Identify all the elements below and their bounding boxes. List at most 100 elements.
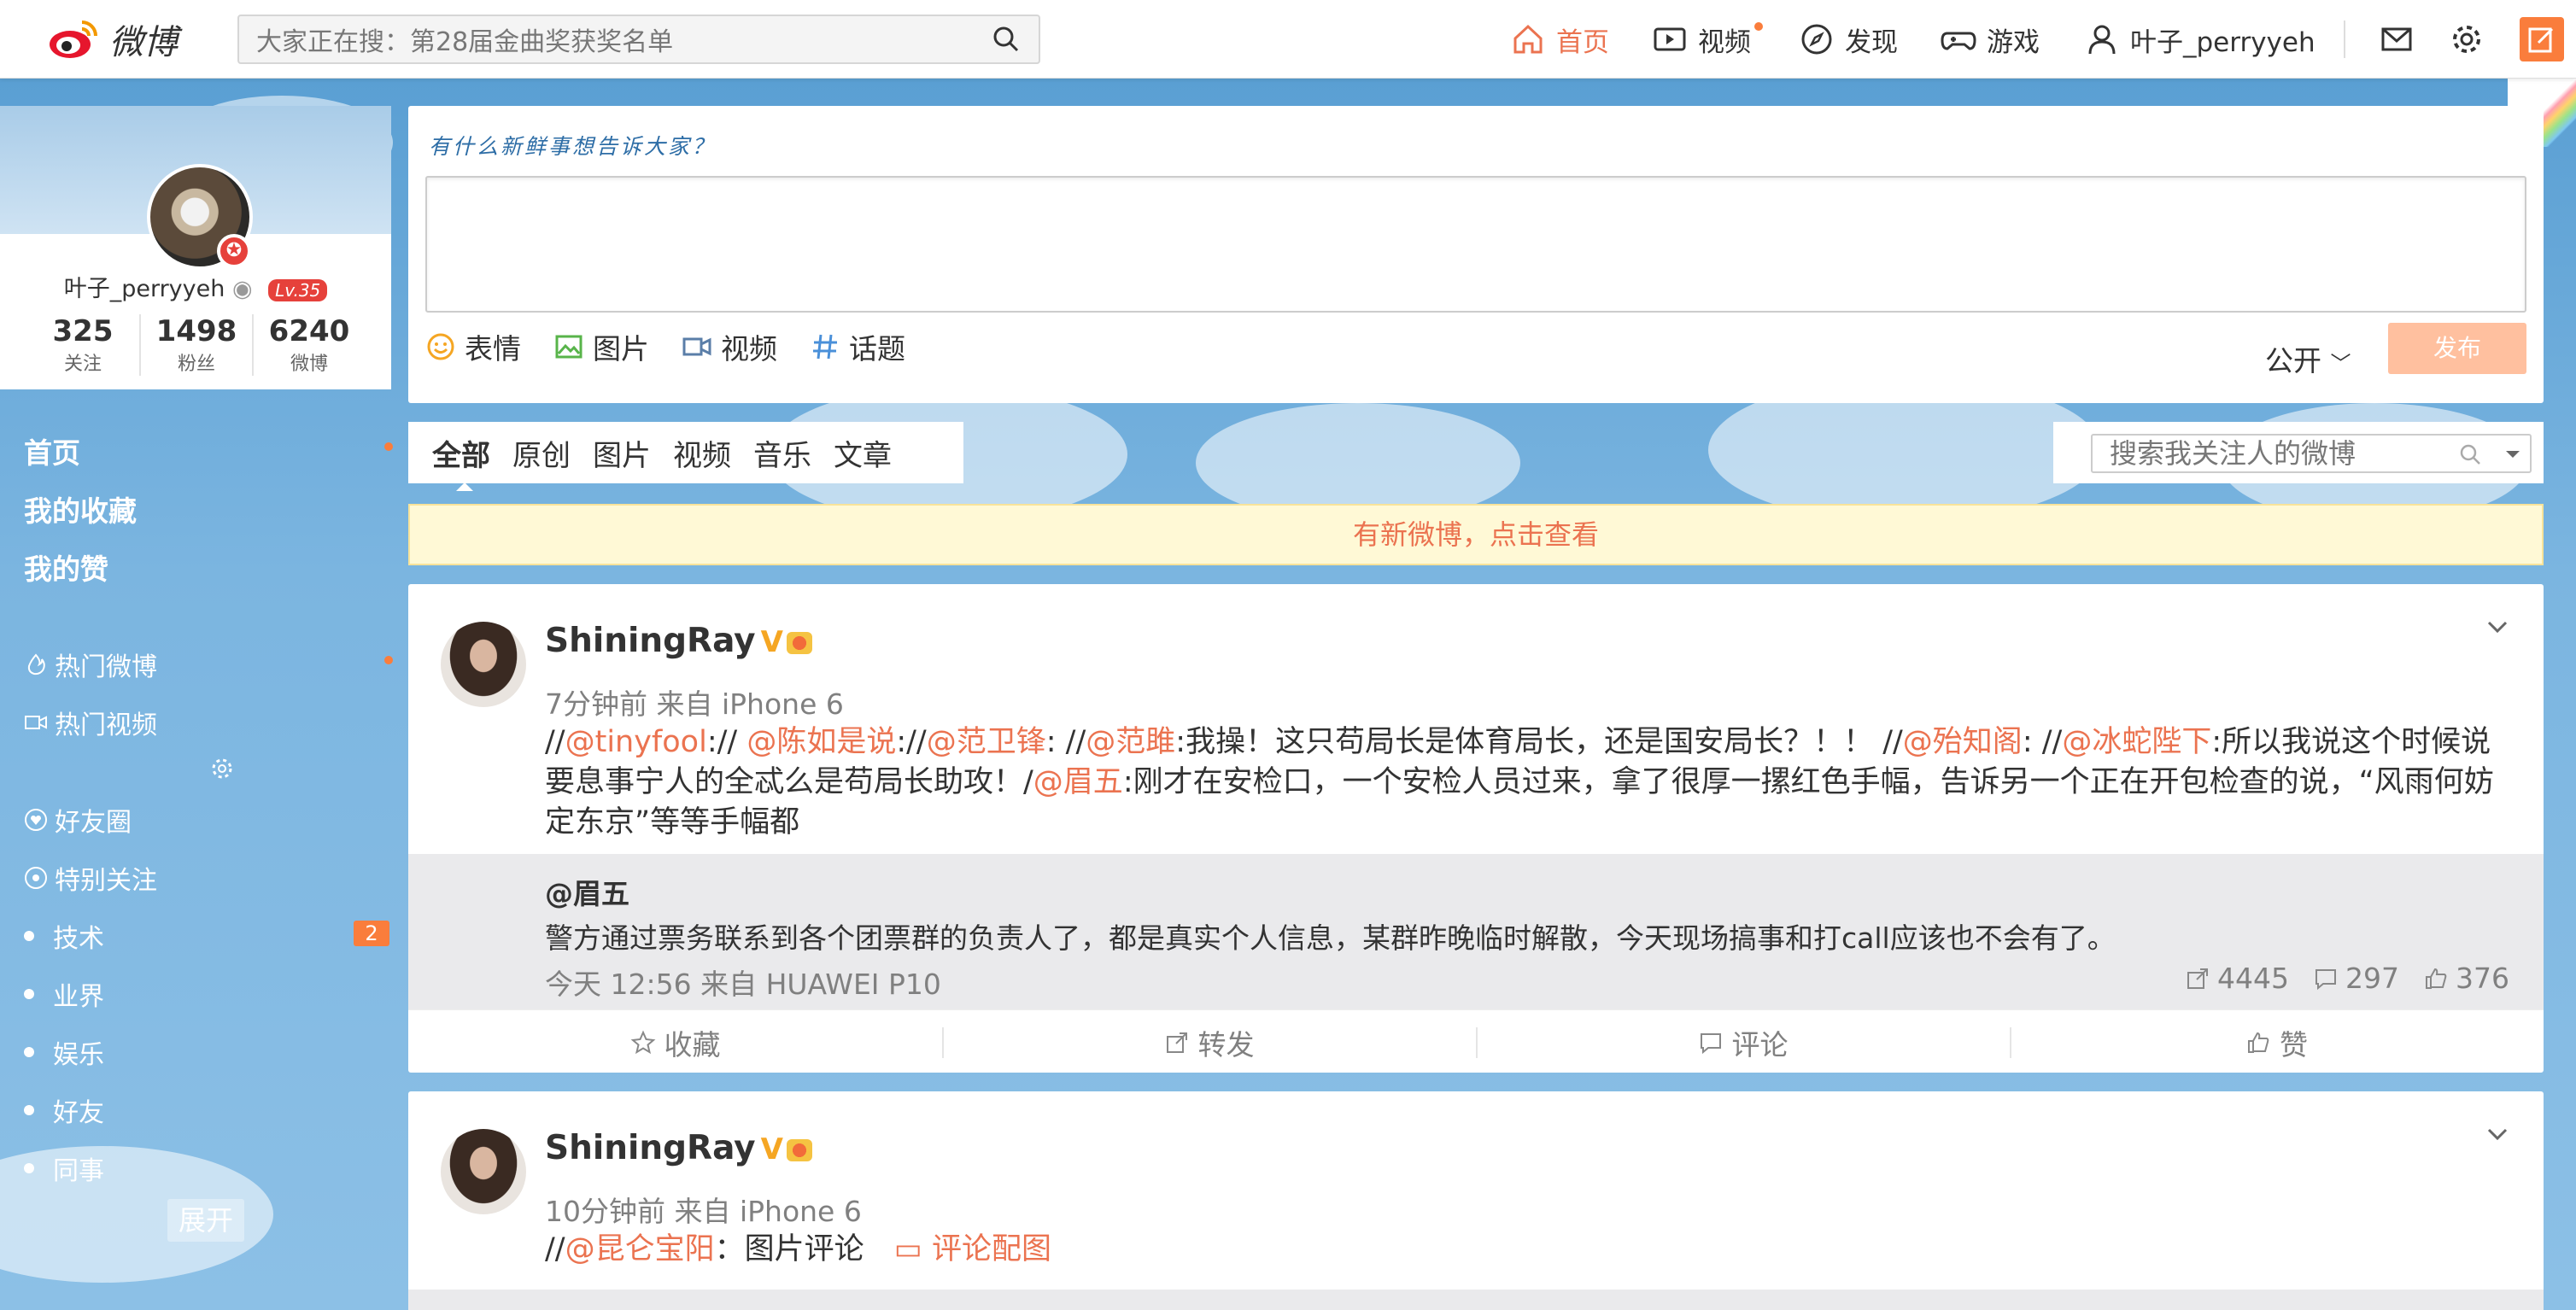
sidebar-item-favorites[interactable]: 我的收藏 [24,488,137,529]
mention-link[interactable]: @冰蛇陛下 [2062,725,2211,759]
sidebar-item-industry-label: 业界 [53,982,104,1012]
compose-icon [2528,27,2554,53]
feed-tabs: 全部 原创 图片 视频 音乐 文章 [408,422,963,491]
author-name[interactable]: ShiningRay [545,622,756,660]
repost-button[interactable]: 转发 [942,1010,1476,1074]
emoji-tool[interactable]: 表情 [425,326,521,367]
post-meta[interactable]: 7分钟前 来自 iPhone 6 [545,681,844,722]
sidebar-item-likes[interactable]: 我的赞 [24,547,108,588]
mention-link[interactable]: @昆仑宝阳 [565,1232,715,1266]
mention-link[interactable]: @范雎 [1086,725,1175,759]
messages-button[interactable] [2374,17,2419,61]
post-text-segment: // [545,725,565,759]
nav-video-label: 视频 [1698,26,1751,58]
stat-followers[interactable]: 1498 粉丝 [139,314,252,376]
chevron-down-icon[interactable] [2484,613,2511,640]
tab-images[interactable]: 图片 [593,432,651,474]
sidebar-item-colleagues[interactable]: 同事 [24,1149,104,1187]
flame-icon [27,653,45,675]
mention-link[interactable]: @眉五 [1033,765,1123,799]
video-tool[interactable]: 视频 [682,326,777,367]
new-posts-notice[interactable]: 有新微博，点击查看 [408,504,2544,565]
post-text-segment: : // [2022,725,2063,759]
expand-button[interactable]: 展开 [167,1199,244,1242]
comment-button[interactable]: 评论 [1476,1010,2010,1074]
search-icon[interactable] [2458,442,2482,466]
nav-discover[interactable]: 发现 [1799,0,1898,79]
publisher: 有什么新鲜事想告诉大家？ 表情 图片 视频 话题 公开 ﹀ 发布 [408,106,2544,403]
level-badge[interactable]: Lv.35 [268,279,328,301]
profile-name[interactable]: 叶子_perryyeh [64,276,225,302]
mention-link[interactable]: @陈如是说 [746,725,896,759]
tab-original[interactable]: 原创 [512,432,571,474]
stat-posts[interactable]: 6240 微博 [252,314,365,376]
nav-home[interactable]: 首页 [1510,0,1609,79]
author-name[interactable]: ShiningRay [545,1129,756,1167]
search-icon[interactable] [991,24,1022,55]
weibo-eye-icon [50,20,97,58]
sidebar-item-tech[interactable]: 技术 [24,917,104,955]
tab-music[interactable]: 音乐 [753,432,811,474]
sidebar-item-hot-videos[interactable]: 热门视频 [24,704,157,741]
global-search-input[interactable]: 大家正在搜：第28届金曲奖获奖名单 [237,15,1040,64]
post-text-segment: :我操！这只苟局长是体育局长，还是国安局长？！！ // [1175,725,1903,759]
alien-icon: ◉ [231,276,253,302]
chevron-down-icon: ﹀ [2330,352,2351,376]
top-bar: 微博 大家正在搜：第28届金曲奖获奖名单 首页 视频 发现 游戏 叶子_perr… [0,0,2576,79]
author-name-row: ShiningRay V [545,622,812,660]
retweet-like-count[interactable]: 376 [2423,962,2509,995]
mention-link[interactable]: @殆知阁 [1903,725,2023,759]
dropdown-caret-icon[interactable] [2506,451,2520,465]
gear-icon[interactable] [210,757,234,781]
compose-button[interactable] [2520,17,2564,61]
nav-video[interactable]: 视频 [1652,0,1751,79]
sidebar-item-entertainment[interactable]: 娱乐 [24,1033,104,1071]
mention-link[interactable]: @范卫锋 [927,725,1046,759]
nav-games[interactable]: 游戏 [1941,0,2040,79]
video-tool-label: 视频 [721,332,777,366]
tab-all[interactable]: 全部 [432,432,490,491]
publish-button[interactable]: 发布 [2388,323,2526,374]
retweet-comment-count[interactable]: 297 [2313,962,2399,995]
stat-following-value: 325 [52,314,114,348]
sidebar-item-hot-videos-label: 热门视频 [55,711,157,740]
verified-badge-icon: ✪ [217,234,251,268]
sidebar-item-industry[interactable]: 业界 [24,975,104,1013]
post-meta[interactable]: 10分钟前 来自 iPhone 6 [545,1189,862,1230]
picture-comment-link[interactable]: ▭ 评论配图 [894,1232,1051,1266]
compass-icon [1801,24,1832,55]
sidebar-item-friends-circle[interactable]: 好友圈 [24,801,132,839]
weibo-logo[interactable]: 微博 [48,12,178,67]
retweet-repost-count[interactable]: 4445 [2185,962,2289,995]
sidebar-item-special-follow[interactable]: 特别关注 [24,859,157,897]
nav-profile[interactable]: 叶子_perryyeh [2084,0,2315,79]
picture-comment-label: 评论配图 [931,1232,1051,1266]
feed-card: ShiningRay V 10分钟前 来自 iPhone 6 //@昆仑宝阳：图片… [408,1091,2544,1310]
retweet-author[interactable]: @眉五 [545,871,629,912]
feed-search-panel: 搜索我关注人的微博 [2053,422,2544,483]
retweet-box [408,1290,2544,1310]
sidebar-item-home[interactable]: 首页 [24,430,80,471]
favorite-button[interactable]: 收藏 [408,1010,942,1074]
post-textarea[interactable] [425,176,2526,313]
feed-search-input[interactable]: 搜索我关注人的微博 [2091,434,2532,473]
mention-link[interactable]: @tinyfool [565,725,707,759]
author-avatar[interactable] [441,1129,526,1214]
comment-icon [1700,1032,1721,1054]
visibility-select[interactable]: 公开 ﹀ [2265,338,2351,379]
author-avatar[interactable] [441,622,526,707]
retweet-meta[interactable]: 今天 12:56 来自 HUAWEI P10 [545,962,941,1003]
post-text-segment: ：图片评论 [714,1232,864,1266]
chevron-down-icon[interactable] [2484,1120,2511,1148]
stat-following[interactable]: 325 关注 [26,314,139,376]
member-crown-icon [786,631,812,654]
sidebar-item-hot-posts[interactable]: 热门微博 [24,646,157,683]
tab-videos[interactable]: 视频 [673,432,731,474]
like-button[interactable]: 赞 [2010,1010,2544,1074]
sidebar-item-hot-posts-label: 热门微博 [55,652,157,682]
topic-tool[interactable]: 话题 [810,326,905,367]
settings-button[interactable] [2444,17,2489,61]
sidebar-item-friends[interactable]: 好友 [24,1091,104,1129]
image-tool[interactable]: 图片 [553,326,649,367]
tab-articles[interactable]: 文章 [834,432,892,474]
